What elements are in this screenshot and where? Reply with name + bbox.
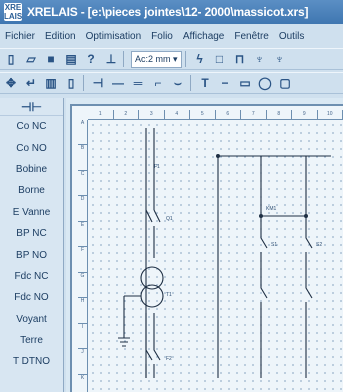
palette-bp-no[interactable]: BP NO	[0, 244, 63, 265]
contact-tool-icon[interactable]: ⊣	[89, 74, 107, 92]
menu-folio[interactable]: Folio	[146, 31, 178, 42]
drawing-area[interactable]: 1 2 3 4 5 6 7 8 9 10 A B C D E F G H I J…	[66, 98, 343, 392]
print-icon[interactable]: ▤	[62, 50, 80, 68]
lightning-icon[interactable]: ϟ	[191, 50, 209, 68]
menu-affichage[interactable]: Affichage	[178, 31, 230, 42]
palette-co-no[interactable]: Co NO	[0, 137, 63, 158]
frame-tool-icon[interactable]: ▢	[276, 74, 294, 92]
palette-bobine[interactable]: Bobine	[0, 159, 63, 180]
toolbar-separator	[123, 51, 124, 67]
palette-fdc-nc[interactable]: Fdc NC	[0, 266, 63, 287]
line-tool-icon[interactable]: —	[109, 74, 127, 92]
wire-tool-icon[interactable]: ═	[129, 74, 147, 92]
delete-icon[interactable]: ▥	[42, 74, 60, 92]
switch-q1	[153, 209, 161, 258]
ellipse-tool-icon[interactable]: ◯	[256, 74, 274, 92]
hline-tool-icon[interactable]: −	[216, 74, 234, 92]
component-icon[interactable]: ⊓	[231, 50, 249, 68]
contact-symbol-icon[interactable]: ⊣⊢	[0, 98, 63, 116]
label-km1: KM1	[266, 206, 277, 212]
pointer-help-icon[interactable]: ⊥	[102, 50, 120, 68]
toolbar-separator	[190, 75, 191, 91]
component-palette: ⊣⊢ Co NC Co NO Bobine Borne E Vanne BP N…	[0, 98, 64, 392]
label-s1: S1	[271, 242, 277, 248]
contact-s1	[260, 156, 268, 378]
toolbar-separator	[184, 51, 186, 67]
junction-dot	[304, 214, 308, 218]
grid-size-select[interactable]: Ac:2 mm ▾	[131, 50, 182, 68]
label-f2: F2	[166, 356, 172, 362]
main-toolbar: ▯ ▱ ■ ▤ ? ⊥ Ac:2 mm ▾ ϟ □ ⊓ ♆ ♆	[0, 48, 343, 70]
palette-e-vanne[interactable]: E Vanne	[0, 202, 63, 223]
open-folder-icon[interactable]: ▱	[22, 50, 40, 68]
corner-tool-icon[interactable]: ⌐	[149, 74, 167, 92]
label-q1: Q1	[166, 216, 173, 222]
bend-tool-icon[interactable]: ⌣	[169, 74, 187, 92]
menu-outils[interactable]: Outils	[274, 31, 310, 42]
menu-fenetre[interactable]: Fenêtre	[229, 31, 273, 42]
contact-s2	[305, 156, 313, 378]
label-s2: S2	[316, 242, 322, 248]
return-icon[interactable]: ↵	[22, 74, 40, 92]
palette-bp-nc[interactable]: BP NC	[0, 223, 63, 244]
label-f1: F1	[154, 164, 160, 170]
schematic-drawing: Q1 T1 F2 F1 S1 S2 KM1	[118, 128, 331, 378]
transformer-coil-upper	[140, 266, 164, 290]
app-window: XRE LAIS XRELAIS - [e:\pieces jointes\12…	[0, 0, 343, 392]
rect-tool-icon[interactable]: ▭	[236, 74, 254, 92]
palette-voyant[interactable]: Voyant	[0, 309, 63, 330]
connector-icon[interactable]: ♆	[251, 50, 269, 68]
junction-dot	[216, 154, 220, 158]
text-tool-icon[interactable]: T	[196, 74, 214, 92]
transformer-coil-lower	[140, 284, 164, 308]
select-box-icon[interactable]: □	[211, 50, 229, 68]
palette-borne[interactable]: Borne	[0, 180, 63, 201]
label-t1: T1	[166, 292, 172, 298]
menu-edition[interactable]: Edition	[40, 31, 81, 42]
junction-dot	[259, 214, 263, 218]
fuse-f2	[145, 313, 161, 378]
earth-symbol	[118, 295, 141, 347]
new-file-icon[interactable]: ▯	[2, 50, 20, 68]
palette-fdc-no[interactable]: Fdc NO	[0, 287, 63, 308]
bin-icon[interactable]: ▯	[62, 74, 80, 92]
save-icon[interactable]: ■	[42, 50, 60, 68]
palette-t-dtno[interactable]: T DTNO	[0, 351, 63, 372]
menu-optimisation[interactable]: Optimisation	[81, 31, 147, 42]
toolbar-separator	[83, 75, 84, 91]
palette-co-nc[interactable]: Co NC	[0, 116, 63, 137]
window-title: XRELAIS - [e:\pieces jointes\12- 2000\ma…	[27, 5, 309, 19]
drawing-toolbar: ✥ ↵ ▥ ▯ ⊣ — ═ ⌐ ⌣ T − ▭ ◯ ▢	[0, 72, 343, 94]
menu-bar: Fichier Edition Optimisation Folio Affic…	[0, 26, 343, 46]
help-icon[interactable]: ?	[82, 50, 100, 68]
app-logo-icon: XRE LAIS	[4, 3, 23, 21]
switch-q1-pole	[145, 209, 153, 223]
title-bar[interactable]: XRE LAIS XRELAIS - [e:\pieces jointes\12…	[0, 0, 343, 24]
connector-alt-icon[interactable]: ♆	[271, 50, 289, 68]
palette-terre[interactable]: Terre	[0, 330, 63, 351]
move-icon[interactable]: ✥	[2, 74, 20, 92]
menu-fichier[interactable]: Fichier	[0, 31, 40, 42]
